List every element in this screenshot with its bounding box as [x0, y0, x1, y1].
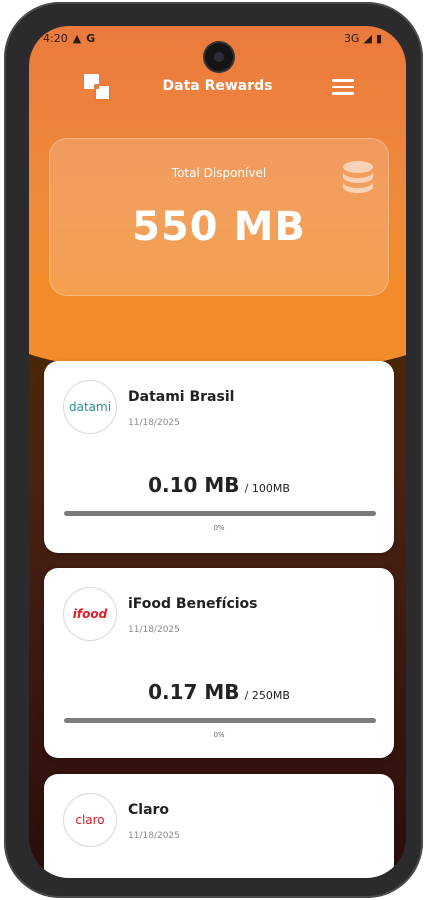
progress-percent: 0%: [213, 731, 225, 739]
reward-card-claro[interactable]: claro Claro 11/18/2025: [44, 774, 394, 878]
data-amount: 0.10 MB / 100MB: [44, 473, 394, 497]
reward-date: 11/18/2025: [128, 831, 180, 841]
brand-logo: claro: [64, 794, 116, 846]
used-amount: 0.10 MB: [148, 473, 240, 497]
reward-date: 11/18/2025: [128, 418, 180, 428]
progress-bar: [64, 718, 376, 723]
brand-logo: ifood: [64, 588, 116, 640]
progress-percent: 0%: [213, 524, 225, 532]
reward-card-ifood[interactable]: ifood iFood Benefícios 11/18/2025 0.17 M…: [44, 568, 394, 758]
brand-name: iFood Benefícios: [128, 596, 258, 612]
brand-logo: datami: [64, 381, 116, 433]
warning-icon: ▲: [72, 32, 82, 45]
brand-name: Claro: [128, 802, 170, 818]
front-camera: [205, 43, 233, 71]
total-value: 550 MB: [132, 204, 306, 250]
total-label: Total Disponível: [171, 166, 267, 180]
database-icon: [343, 161, 373, 193]
phone-frame: 4:20 ▲ G 3G ◢ ▮ Data Rewards Total Dispo…: [4, 2, 423, 898]
reward-card-datami[interactable]: datami Datami Brasil 11/18/2025 0.10 MB …: [44, 361, 394, 553]
brand-logo-text: datami: [68, 400, 112, 414]
app-screen: 4:20 ▲ G 3G ◢ ▮ Data Rewards Total Dispo…: [29, 26, 406, 878]
status-time: 4:20: [43, 32, 68, 45]
total-amount: / 250MB: [244, 689, 290, 702]
brand-logo-text: claro: [75, 813, 105, 827]
total-amount: / 100MB: [244, 482, 290, 495]
home-indicator[interactable]: [169, 864, 269, 867]
reward-date: 11/18/2025: [128, 625, 180, 635]
battery-icon: ▮: [375, 32, 382, 45]
progress-bar: [64, 511, 376, 516]
app-bar: Data Rewards: [29, 72, 406, 102]
total-available-card: Total Disponível 550 MB: [49, 138, 389, 296]
brand-name: Datami Brasil: [128, 389, 235, 405]
used-amount: 0.17 MB: [148, 680, 240, 704]
signal-icon: ◢: [363, 32, 372, 45]
menu-icon[interactable]: [332, 79, 354, 95]
google-icon: G: [86, 32, 96, 45]
network-type: 3G: [343, 32, 360, 45]
data-amount: 0.17 MB / 250MB: [44, 680, 394, 704]
brand-logo-text: ifood: [72, 607, 108, 621]
